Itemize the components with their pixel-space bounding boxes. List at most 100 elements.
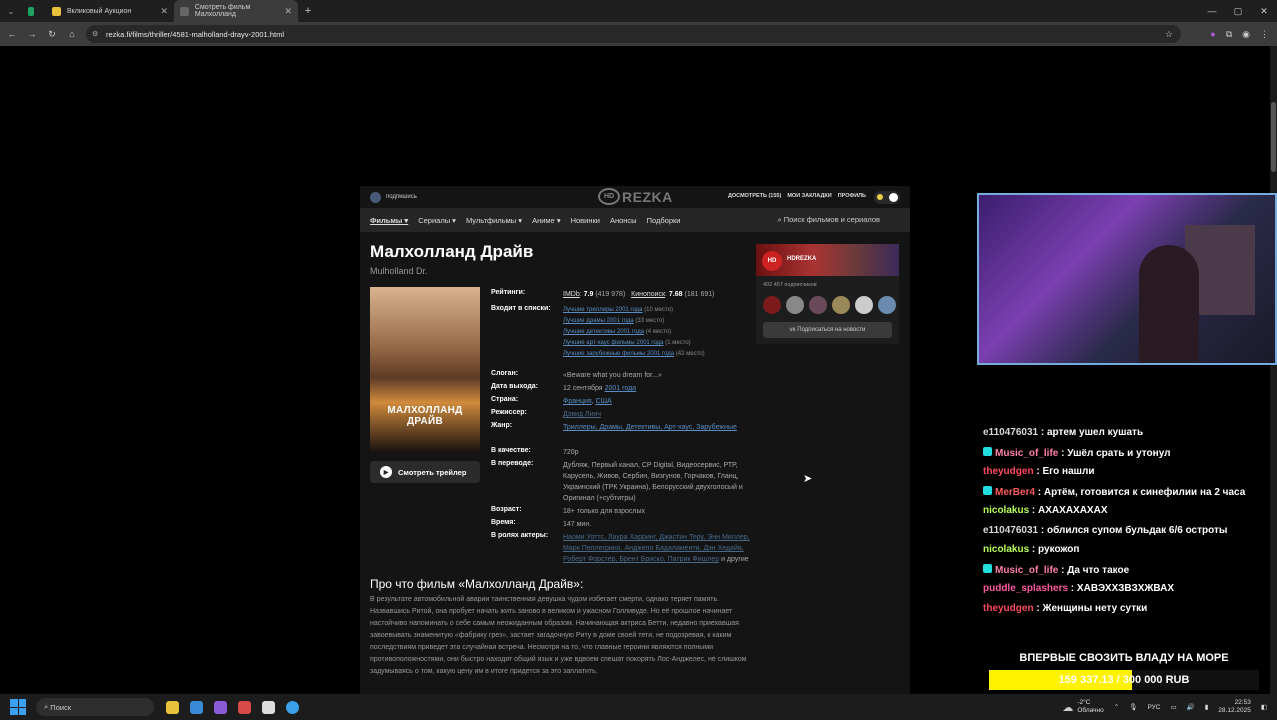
about-text: В результате автомобильной аварии таинст… (370, 596, 747, 675)
nav-anime[interactable]: Аниме ▾ (532, 216, 561, 225)
avatar[interactable] (878, 296, 896, 314)
close-icon[interactable]: ✕ (160, 6, 168, 17)
time-value: 147 мин. (563, 521, 592, 528)
close-window-icon[interactable]: ✕ (1251, 0, 1277, 22)
file-explorer-icon[interactable] (166, 700, 179, 714)
poster-title: МАЛХОЛЛАНД ДРАЙВ (387, 405, 463, 427)
tab-auction[interactable]: Вкликовый Аукцион ✕ (46, 0, 174, 22)
donation-title: ВПЕРВЫЕ СВОЗИТЬ ВЛАДУ НА МОРЕ (1019, 652, 1229, 664)
quality-value: 720p (563, 449, 579, 456)
app-icon[interactable] (214, 700, 227, 714)
avatar[interactable] (763, 296, 781, 314)
user-links: ДОСМОТРЕТЬ (155) МОИ ЗАКЛАДКИ ПРОФИЛЬ (728, 193, 866, 199)
maximize-icon[interactable]: ▢ (1225, 0, 1251, 22)
minimize-icon[interactable]: — (1199, 0, 1225, 22)
chat-text: рукожоп (1038, 544, 1080, 555)
list-item: Лучшие триллеры 2001 года (10 место) (563, 307, 674, 313)
kp-link[interactable]: Кинопоиск (631, 291, 665, 298)
avatar[interactable] (809, 296, 827, 314)
vk-subscribe-button[interactable]: ᴠᴋ Подписаться на новости (763, 322, 892, 338)
nav-new[interactable]: Новинки (571, 216, 600, 225)
forward-icon[interactable]: → (22, 29, 42, 39)
weather-text: Облачно (1077, 707, 1104, 714)
nav-cartoons[interactable]: Мультфильмы ▾ (466, 216, 522, 225)
chrome-icon[interactable] (190, 700, 203, 714)
app-icon[interactable] (262, 700, 275, 714)
tab-search-icon[interactable]: ⌄ (0, 0, 22, 22)
theme-toggle[interactable] (874, 191, 900, 204)
clock[interactable]: 22:53 28.12.2025 (1218, 699, 1251, 715)
address-input[interactable]: ⚙ rezka.fi/films/thriller/4581-malhollan… (86, 25, 1181, 43)
taskbar-search[interactable]: ⌕ Поиск (36, 698, 154, 716)
list-item: Лучшие драмы 2001 года (33 место) (563, 318, 665, 324)
chat-message: theyudgen : Женщины нету сутки (983, 602, 1148, 614)
menu-dots-icon[interactable]: ⋮ (1260, 29, 1269, 40)
chat-user: theyudgen (983, 602, 1034, 614)
film-poster[interactable]: МАЛХОЛЛАНД ДРАЙВ (370, 287, 480, 452)
microphone-icon[interactable]: 🎙 (1129, 703, 1137, 711)
app-icon[interactable] (238, 700, 251, 714)
country-link[interactable]: США (596, 398, 612, 405)
tray-chevron-icon[interactable]: ⌃ (1114, 703, 1119, 711)
reload-icon[interactable]: ↻ (42, 29, 62, 40)
notifications-icon[interactable]: ◧ (1261, 703, 1267, 711)
battery-icon[interactable]: ▮ (1205, 703, 1209, 711)
telegram-icon[interactable] (286, 700, 299, 714)
quality-row: В качестве: 720p (491, 447, 761, 458)
volume-icon[interactable]: 🔊 (1187, 703, 1195, 711)
chat-user: Music_of_life (995, 564, 1059, 576)
cloud-icon: ☁ (1062, 701, 1074, 714)
nav-series[interactable]: Сериалы ▾ (418, 216, 456, 225)
mouse-cursor-icon: ➤ (803, 473, 813, 485)
chat-message: puddle_splashers : ХАВЭХХЗВЗХЖВАХ (983, 583, 1175, 594)
extensions-puzzle-icon[interactable]: ⧉ (1226, 29, 1232, 40)
stream-chat: e110476031 : артем ушел кушать Music_of_… (983, 427, 1273, 622)
subscribe-link[interactable]: подпишись (370, 191, 417, 203)
ratings-label: Рейтинги: (491, 289, 526, 296)
bookmark-star-icon[interactable]: ☆ (1165, 29, 1173, 40)
tab-sheets[interactable] (22, 0, 46, 22)
imdb-link[interactable]: IMDb (563, 291, 580, 298)
extension-icon[interactable]: ● (1210, 29, 1215, 39)
genre-links[interactable]: Триллеры, Драмы, Детективы, Арт-хаус, За… (563, 424, 737, 431)
chat-message: nicolakus : АХАХАХАХАХ (983, 505, 1108, 516)
ratings-row: Рейтинги: IMDb: 7.9 (419 978) Кинопоиск:… (491, 289, 715, 298)
browser-tab-bar: ⌄ Вкликовый Аукцион ✕ Смотреть фильм Мал… (0, 0, 1277, 22)
watch-trailer-button[interactable]: ▶ Смотреть трейлер (370, 461, 480, 483)
profile-avatar-icon[interactable]: ◉ (1242, 29, 1250, 40)
site-info-icon[interactable]: ⚙ (92, 30, 98, 38)
watchlater-link[interactable]: ДОСМОТРЕТЬ (155) (728, 193, 781, 199)
home-icon[interactable]: ⌂ (62, 29, 82, 39)
nav-films[interactable]: Фильмы ▾ (370, 216, 408, 225)
tab-rezka[interactable]: Смотреть фильм Малхолланд ✕ (174, 0, 298, 22)
avatar[interactable] (855, 296, 873, 314)
avatar[interactable] (832, 296, 850, 314)
weather-widget[interactable]: ☁ -2°C Облачно (1062, 699, 1103, 715)
nav-announces[interactable]: Анонсы (610, 216, 637, 225)
translation-value: Дубляж, Первый канал, CP Digital, Видеос… (563, 462, 743, 502)
country-link[interactable]: Франция (563, 398, 592, 405)
nav-collections[interactable]: Подборки (647, 216, 681, 225)
chat-user: e110476031 (983, 524, 1039, 536)
vk-group-name[interactable]: HDREZKA (787, 256, 816, 262)
close-icon[interactable]: ✕ (284, 6, 292, 17)
play-icon: ▶ (380, 466, 392, 478)
site-logo[interactable]: HD REZKA (598, 188, 673, 205)
site-search-input[interactable]: ⌕ Поиск фильмов и сериалов (777, 215, 880, 225)
new-tab-button[interactable]: + (298, 5, 318, 17)
windows-start-icon[interactable] (10, 699, 26, 715)
director-link[interactable]: Дэвид Линч (563, 411, 601, 418)
search-placeholder: Поиск фильмов и сериалов (783, 215, 880, 224)
network-icon[interactable]: ▭ (1170, 703, 1176, 711)
profile-link[interactable]: ПРОФИЛЬ (838, 193, 866, 199)
tab-favicon-icon (180, 6, 189, 16)
release-year-link[interactable]: 2001 года (605, 385, 637, 392)
badge-icon (983, 485, 992, 495)
language-indicator[interactable]: РУС (1147, 704, 1160, 711)
chat-message: e110476031 : артем ушел кушать (983, 427, 1144, 438)
back-icon[interactable]: ← (2, 29, 22, 39)
avatar[interactable] (786, 296, 804, 314)
scroll-thumb[interactable] (1271, 102, 1276, 172)
film-original-title: Mulholland Dr. (370, 266, 428, 276)
bookmarks-link[interactable]: МОИ ЗАКЛАДКИ (787, 193, 831, 199)
